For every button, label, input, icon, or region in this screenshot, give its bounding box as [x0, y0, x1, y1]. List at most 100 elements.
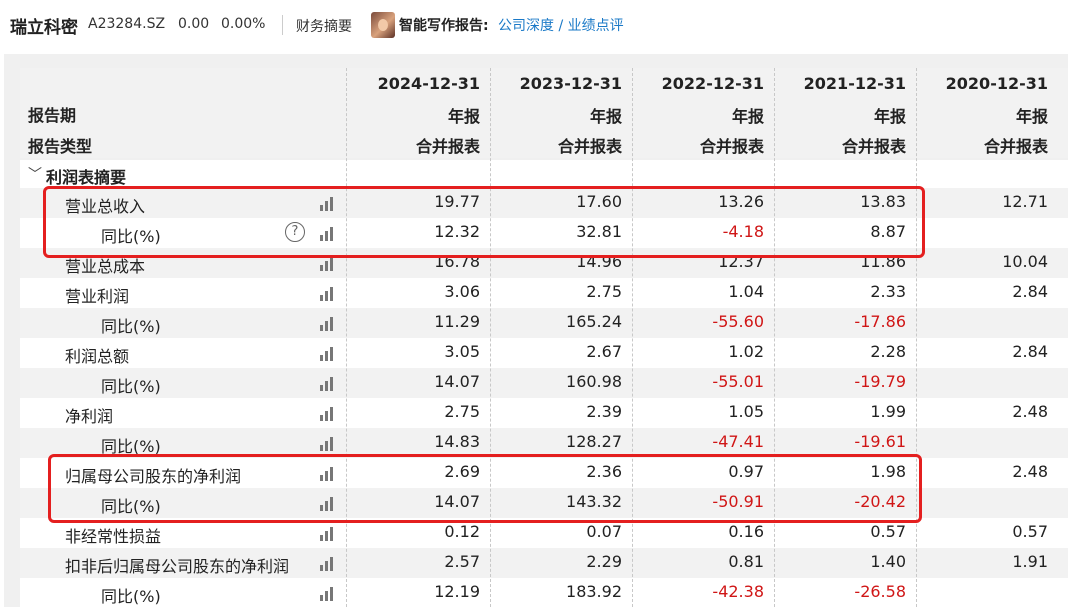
- cell-value: 1.04: [728, 282, 764, 301]
- table-row[interactable]: 同比(%) 11.29 165.24 -55.60 -17.86: [20, 308, 1068, 338]
- cell-value: 2.29: [586, 552, 622, 571]
- cell-value: 14.83: [434, 432, 480, 451]
- table-row[interactable]: 同比(%) 14.07 160.98 -55.01 -19.79: [20, 368, 1068, 398]
- column-date[interactable]: 2020-12-31: [918, 74, 1048, 93]
- cell-value: 3.06: [444, 282, 480, 301]
- bar-chart-icon[interactable]: [320, 377, 336, 391]
- period-label: 报告期: [28, 106, 77, 125]
- table-row[interactable]: 扣非后归属母公司股东的净利润 2.57 2.29 0.81 1.40 1.91: [20, 548, 1068, 578]
- row-label: 非经常性损益: [65, 527, 162, 546]
- ai-avatar-icon: [371, 12, 395, 38]
- bar-chart-icon[interactable]: [320, 407, 336, 421]
- bar-chart-icon[interactable]: [320, 257, 336, 271]
- column-report-type: 合并报表: [983, 137, 1048, 156]
- cell-value: 11.29: [434, 312, 480, 331]
- top-bar: 瑞立科密 A23284.SZ 0.00 0.00% 财务摘要 智能写作报告: 公…: [0, 0, 1068, 50]
- row-label: 同比(%): [101, 377, 161, 396]
- column-period: 年报: [1015, 107, 1048, 126]
- column-separator: [774, 68, 775, 607]
- table-row[interactable]: 净利润 2.75 2.39 1.05 1.99 2.48: [20, 398, 1068, 428]
- cell-value: 1.05: [728, 402, 764, 421]
- tab-financial-summary[interactable]: 财务摘要: [296, 16, 352, 36]
- cell-value: 0.07: [586, 522, 622, 541]
- row-label: 同比(%): [101, 587, 161, 606]
- cell-value: 2.39: [586, 402, 622, 421]
- column-report-type: 合并报表: [699, 137, 764, 156]
- cell-value: 165.24: [566, 312, 622, 331]
- cell-value: 2.84: [1012, 342, 1048, 361]
- table-row[interactable]: 营业利润 3.06 2.75 1.04 2.33 2.84: [20, 278, 1068, 308]
- header-divider: [282, 15, 283, 35]
- cell-value: 160.98: [566, 372, 622, 391]
- cell-value: 2.84: [1012, 282, 1048, 301]
- cell-value: 0.16: [728, 522, 764, 541]
- section-income-summary[interactable]: ﹀ 利润表摘要: [20, 160, 1068, 188]
- ai-report-link[interactable]: 公司深度 / 业绩点评: [498, 15, 624, 35]
- cell-value: 2.57: [444, 552, 480, 571]
- cell-value: 0.57: [1012, 522, 1048, 541]
- stock-change-pct: 0.00%: [221, 16, 266, 32]
- column-period: 年报: [589, 107, 622, 126]
- column-separator: [490, 68, 491, 607]
- highlight-box-net-profit: [48, 454, 922, 523]
- cell-value: -17.86: [854, 312, 906, 331]
- cell-value: 2.67: [586, 342, 622, 361]
- bar-chart-icon[interactable]: [320, 557, 336, 571]
- column-date[interactable]: 2023-12-31: [492, 74, 622, 93]
- report-type-label: 报告类型: [28, 137, 93, 156]
- column-date[interactable]: 2024-12-31: [350, 74, 480, 93]
- column-separator: [632, 68, 633, 607]
- cell-value: 1.91: [1012, 552, 1048, 571]
- chevron-down-icon[interactable]: ﹀: [28, 164, 42, 184]
- table-row[interactable]: 利润总额 3.05 2.67 1.02 2.28 2.84: [20, 338, 1068, 368]
- ai-report-label: 智能写作报告:: [399, 18, 489, 34]
- cell-value: 2.75: [586, 282, 622, 301]
- column-separator: [916, 68, 917, 607]
- cell-value: 1.99: [870, 402, 906, 421]
- row-label: 净利润: [65, 407, 114, 426]
- highlight-box-revenue: [43, 186, 925, 258]
- cell-value: -42.38: [712, 582, 764, 601]
- row-label: 同比(%): [101, 317, 161, 336]
- cell-value: 2.48: [1012, 402, 1048, 421]
- cell-value: 128.27: [566, 432, 622, 451]
- cell-value: -19.79: [854, 372, 906, 391]
- column-period: 年报: [447, 107, 480, 126]
- cell-value: 12.71: [1002, 192, 1048, 211]
- cell-value: -55.01: [712, 372, 764, 391]
- bar-chart-icon[interactable]: [320, 347, 336, 361]
- section-title: 利润表摘要: [46, 168, 127, 187]
- cell-value: -47.41: [712, 432, 764, 451]
- cell-value: 1.40: [870, 552, 906, 571]
- cell-value: -19.61: [854, 432, 906, 451]
- cell-value: 2.75: [444, 402, 480, 421]
- cell-value: 3.05: [444, 342, 480, 361]
- cell-value: -26.58: [854, 582, 906, 601]
- table-row[interactable]: 同比(%) 12.19 183.92 -42.38 -26.58: [20, 578, 1068, 608]
- column-date[interactable]: 2022-12-31: [634, 74, 764, 93]
- bar-chart-icon[interactable]: [320, 527, 336, 541]
- cell-value: 2.33: [870, 282, 906, 301]
- stock-price: 0.00: [178, 16, 210, 32]
- bar-chart-icon[interactable]: [320, 587, 336, 601]
- column-period: 年报: [873, 107, 906, 126]
- cell-value: 183.92: [566, 582, 622, 601]
- row-label: 扣非后归属母公司股东的净利润: [65, 557, 290, 576]
- bar-chart-icon[interactable]: [320, 287, 336, 301]
- cell-value: 10.04: [1002, 252, 1048, 271]
- bar-chart-icon[interactable]: [320, 437, 336, 451]
- cell-value: 2.48: [1012, 462, 1048, 481]
- column-report-type: 合并报表: [841, 137, 906, 156]
- cell-value: 2.28: [870, 342, 906, 361]
- stock-name: 瑞立科密: [10, 18, 78, 38]
- cell-value: 14.07: [434, 372, 480, 391]
- bar-chart-icon[interactable]: [320, 317, 336, 331]
- row-label: 营业利润: [65, 287, 130, 306]
- column-date[interactable]: 2021-12-31: [776, 74, 906, 93]
- cell-value: 1.02: [728, 342, 764, 361]
- column-report-type: 合并报表: [415, 137, 480, 156]
- cell-value: 12.19: [434, 582, 480, 601]
- stock-code: A23284.SZ: [88, 16, 166, 32]
- column-separator: [346, 68, 347, 607]
- cell-value: -55.60: [712, 312, 764, 331]
